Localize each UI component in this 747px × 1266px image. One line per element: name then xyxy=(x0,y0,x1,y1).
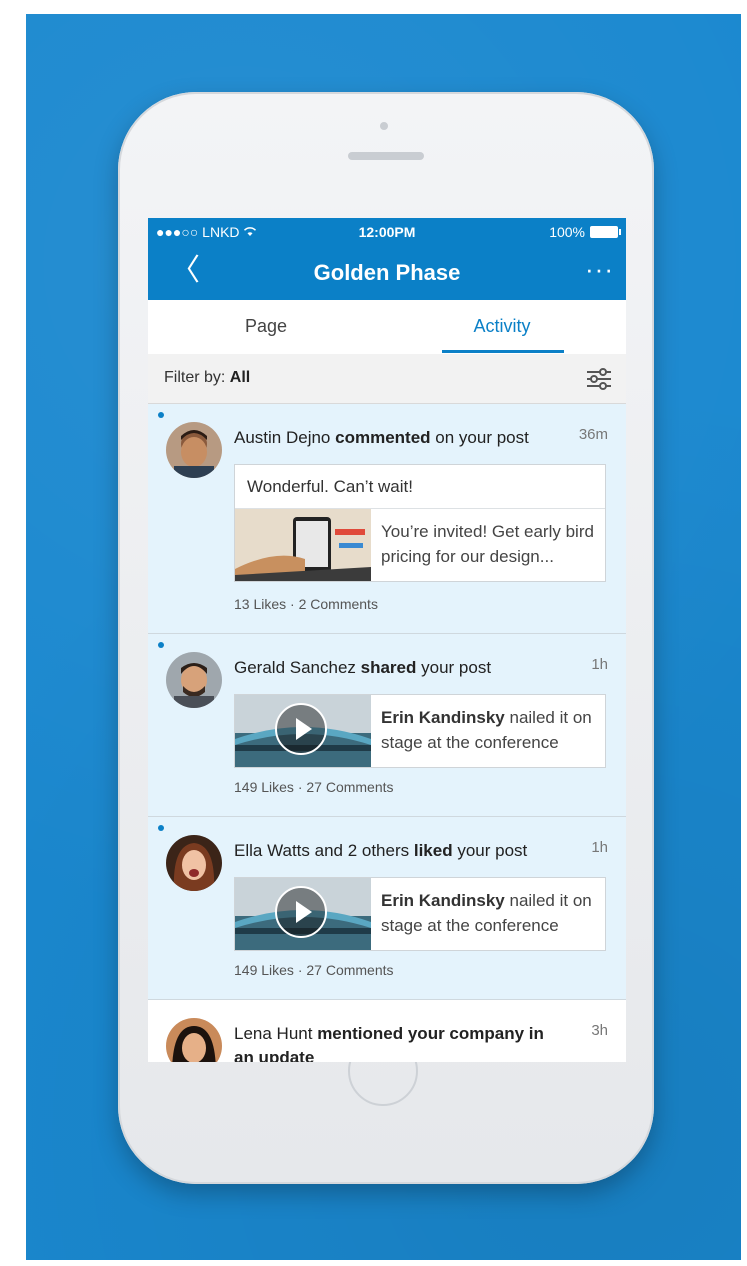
activity-headline: Ella Watts and 2 others liked your post xyxy=(234,839,554,863)
card-author[interactable]: Erin Kandinsky xyxy=(381,891,505,910)
activity-action: shared xyxy=(360,658,417,677)
activity-action: liked xyxy=(413,841,453,860)
feed-item[interactable]: Gerald Sanchez shared your post 1h Erin … xyxy=(148,634,626,817)
avatar[interactable] xyxy=(166,835,222,891)
nav-bar: 〈 Golden Phase ··· xyxy=(148,246,626,300)
activity-suffix: your post xyxy=(421,658,492,677)
post-card[interactable]: Erin Kandinsky nailed it on stage at the… xyxy=(234,694,606,768)
page-title: Golden Phase xyxy=(313,260,461,285)
feed-item[interactable]: Ella Watts and 2 others liked your post … xyxy=(148,817,626,1000)
unread-indicator xyxy=(158,412,164,418)
engagement-stats[interactable]: 13 Likes · 2 Comments xyxy=(234,596,378,612)
timestamp: 1h xyxy=(591,656,608,673)
video-thumbnail[interactable] xyxy=(235,695,371,767)
card-text: Erin Kandinsky nailed it on stage at the… xyxy=(381,888,603,938)
activity-headline: Gerald Sanchez shared your post xyxy=(234,656,554,680)
post-card[interactable]: Wonderful. Can’t wait! You’re invited! G… xyxy=(234,464,606,582)
unread-indicator xyxy=(158,825,164,831)
card-author[interactable]: Erin Kandinsky xyxy=(381,708,505,727)
play-icon[interactable] xyxy=(275,703,327,755)
unread-indicator xyxy=(158,642,164,648)
engagement-stats[interactable]: 149 Likes · 27 Comments xyxy=(234,962,394,978)
post-thumbnail xyxy=(235,509,371,581)
front-camera xyxy=(380,122,388,130)
app-screen: ●●●○○ LNKD 12:00PM 100% 〈 Golden Phase ·… xyxy=(148,218,626,1062)
timestamp: 36m xyxy=(578,426,608,443)
feed-item[interactable]: Lena Hunt mentioned your company in an u… xyxy=(148,1000,626,1062)
activity-suffix: your post xyxy=(457,841,528,860)
activity-headline: Lena Hunt mentioned your company in an u… xyxy=(234,1022,554,1062)
activity-action: commented xyxy=(335,428,431,447)
tab-activity[interactable]: Activity xyxy=(442,316,562,337)
filter-value[interactable]: All xyxy=(230,369,250,386)
actor-name[interactable]: Ella Watts and 2 others xyxy=(234,841,409,860)
active-tab-indicator xyxy=(442,350,564,353)
filter-bar[interactable]: Filter by: All xyxy=(148,354,626,404)
more-dots-icon[interactable]: ··· xyxy=(585,254,614,285)
post-card[interactable]: Erin Kandinsky nailed it on stage at the… xyxy=(234,877,606,951)
tab-page[interactable]: Page xyxy=(206,316,326,337)
video-thumbnail[interactable] xyxy=(235,878,371,950)
avatar[interactable] xyxy=(166,422,222,478)
actor-name[interactable]: Austin Dejno xyxy=(234,428,330,447)
filter-prefix: Filter by: xyxy=(164,369,226,386)
avatar[interactable] xyxy=(166,652,222,708)
timestamp: 1h xyxy=(591,839,608,856)
feed-item[interactable]: Austin Dejno commented on your post 36m … xyxy=(148,404,626,634)
card-text: Erin Kandinsky nailed it on stage at the… xyxy=(381,705,603,755)
actor-name[interactable]: Gerald Sanchez xyxy=(234,658,356,677)
filter-label: Filter by: All xyxy=(164,369,250,387)
actor-name[interactable]: Lena Hunt xyxy=(234,1024,312,1043)
battery-percent: 100% xyxy=(549,224,585,240)
engagement-stats[interactable]: 149 Likes · 27 Comments xyxy=(234,779,394,795)
play-icon[interactable] xyxy=(275,886,327,938)
status-bar: ●●●○○ LNKD 12:00PM 100% xyxy=(148,218,626,246)
earpiece-speaker xyxy=(348,152,424,160)
battery-icon xyxy=(590,226,621,238)
filter-sliders-icon[interactable] xyxy=(586,368,612,390)
tab-bar: Page Activity xyxy=(148,300,626,354)
timestamp: 3h xyxy=(591,1022,608,1039)
comment-text: Wonderful. Can’t wait! xyxy=(235,465,605,509)
avatar[interactable] xyxy=(166,1018,222,1062)
card-text: You’re invited! Get early bird pricing f… xyxy=(381,522,594,566)
activity-suffix: on your post xyxy=(435,428,529,447)
activity-headline: Austin Dejno commented on your post xyxy=(234,426,554,450)
